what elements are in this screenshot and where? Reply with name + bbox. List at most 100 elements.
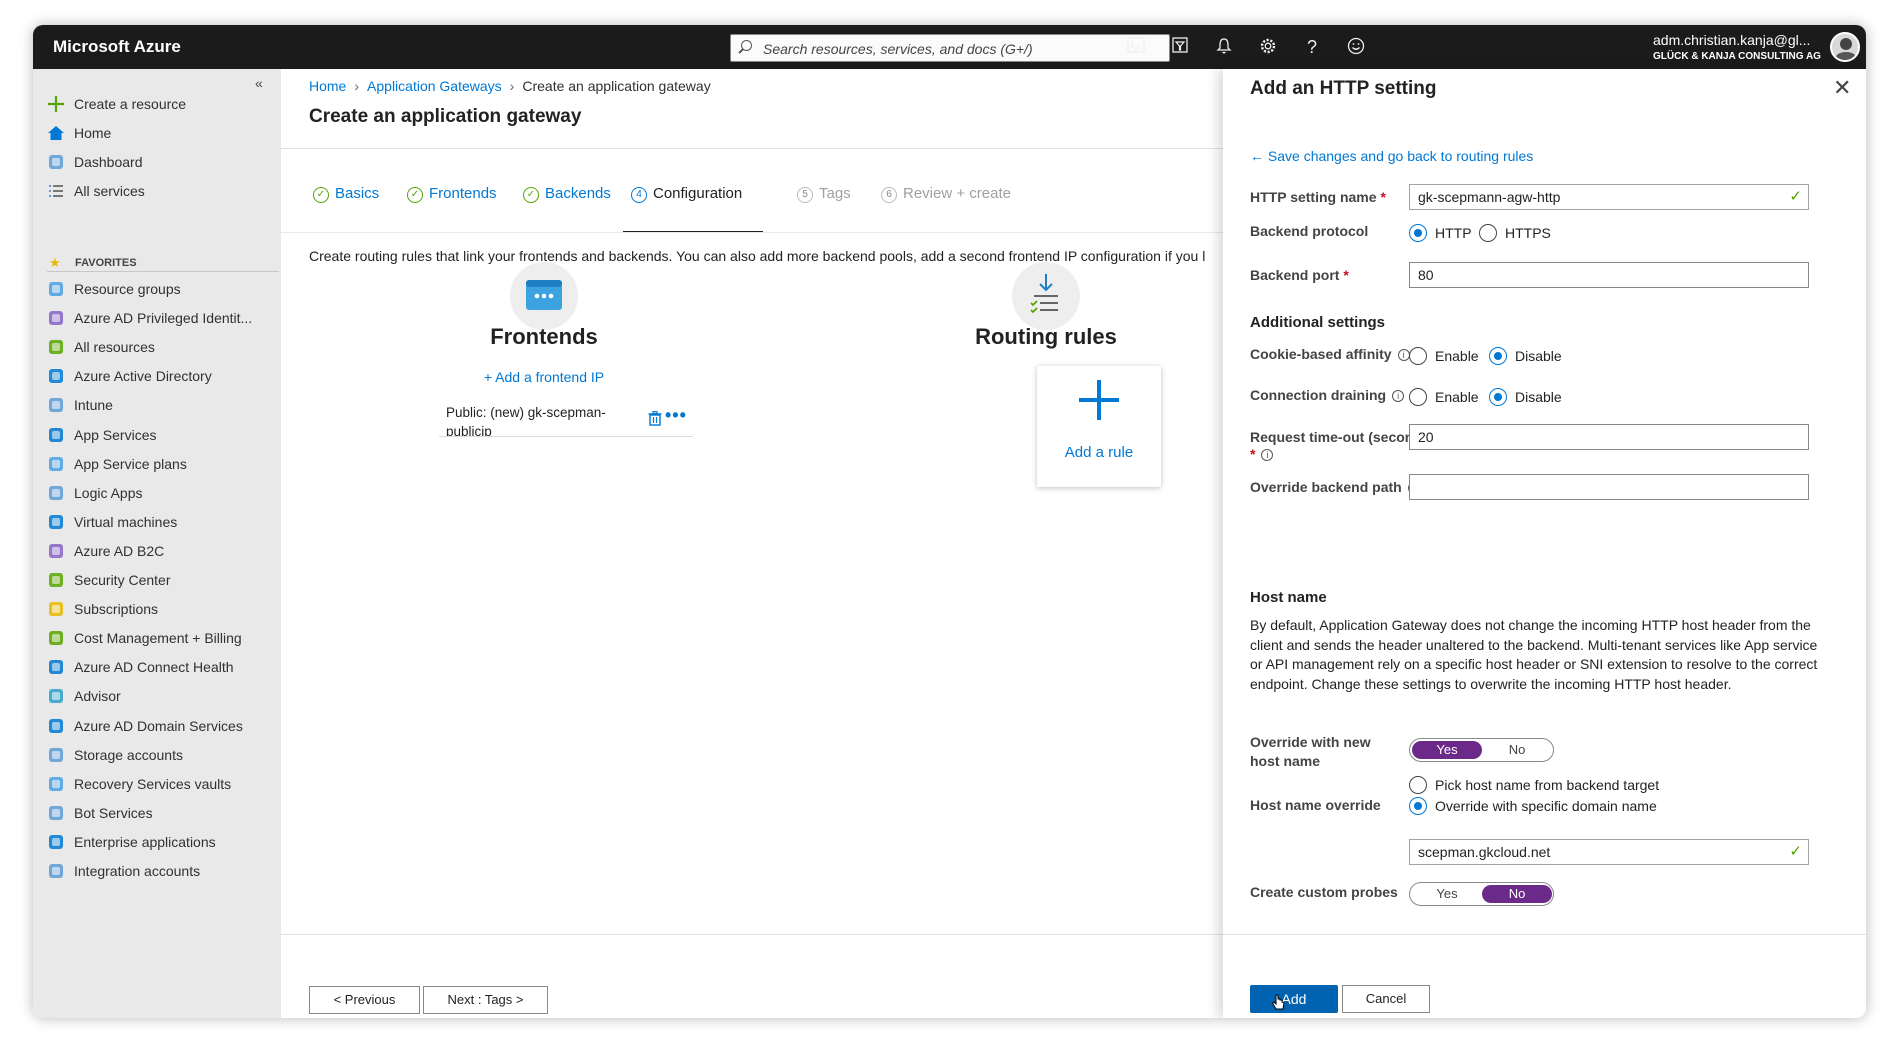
- brand-logo[interactable]: Microsoft Azure: [53, 37, 181, 57]
- sidebar-item-enterprise-applications[interactable]: Enterprise applications: [47, 826, 277, 856]
- sidebar-item-label: Advisor: [74, 688, 121, 705]
- account-org[interactable]: GLÜCK & KANJA CONSULTING AG: [1653, 51, 1821, 62]
- enterprise-apps-icon: [47, 833, 65, 851]
- pick-host-from-backend-radio[interactable]: Pick host name from backend target: [1409, 776, 1659, 796]
- http-setting-name-label: HTTP setting name *: [1250, 189, 1386, 205]
- sidebar-item-virtual-machines[interactable]: Virtual machines: [47, 506, 277, 536]
- breadcrumb-home[interactable]: Home: [309, 78, 346, 94]
- add-rule-card[interactable]: Add a rule: [1037, 366, 1161, 487]
- sidebar-item-app-services[interactable]: App Services: [47, 419, 277, 449]
- http-setting-name-input[interactable]: gk-scepmann-agw-http ✓: [1409, 184, 1809, 210]
- toggle-yes[interactable]: Yes: [1412, 741, 1482, 759]
- connection-draining-enable-radio[interactable]: Enable: [1409, 388, 1479, 408]
- save-and-back-link[interactable]: ← Save changes and go back to routing ru…: [1250, 148, 1533, 164]
- sidebar-item-label: Cost Management + Billing: [74, 630, 242, 647]
- sidebar-item-azure-active-directory[interactable]: Azure Active Directory: [47, 360, 277, 390]
- protocol-https-radio[interactable]: HTTPS: [1479, 224, 1551, 244]
- sidebar: « Create a resource Home Dashboard All serv…: [33, 69, 281, 1018]
- frontend-ip-item[interactable]: Public: (new) gk-scepman-publicip •••: [439, 403, 693, 437]
- settings-icon[interactable]: [1258, 37, 1278, 57]
- plus-icon: [47, 95, 65, 113]
- avatar[interactable]: [1830, 32, 1860, 62]
- cancel-button[interactable]: Cancel: [1342, 985, 1430, 1013]
- breadcrumb-application-gateways[interactable]: Application Gateways: [367, 78, 502, 94]
- tab-review-create[interactable]: 6 Review + create: [881, 185, 1011, 215]
- sidebar-item-label: Azure AD Connect Health: [74, 659, 234, 676]
- backend-port-input[interactable]: 80: [1409, 262, 1809, 288]
- privileged-identity-icon: [47, 309, 65, 327]
- next-tags-button[interactable]: Next : Tags >: [423, 986, 548, 1014]
- connection-draining-label: Connection draining i: [1250, 387, 1405, 403]
- sidebar-item-azure-ad-domain-services[interactable]: Azure AD Domain Services: [47, 710, 277, 740]
- search-input[interactable]: Search resources, services, and docs (G+…: [730, 34, 1170, 62]
- sidebar-item-create-a-resource[interactable]: Create a resource: [47, 88, 277, 118]
- previous-button[interactable]: < Previous: [309, 986, 420, 1014]
- sidebar-item-cost-management-billing[interactable]: Cost Management + Billing: [47, 622, 277, 652]
- sidebar-item-home[interactable]: Home: [47, 117, 277, 147]
- override-host-name-label: Override with new host name: [1250, 734, 1371, 769]
- notifications-icon[interactable]: [1214, 37, 1234, 57]
- tab-backends[interactable]: ✓ Backends: [523, 185, 611, 215]
- host-name-heading: Host name: [1250, 589, 1327, 606]
- sidebar-item-security-center[interactable]: Security Center: [47, 564, 277, 594]
- backend-protocol-label: Backend protocol: [1250, 223, 1369, 239]
- tab-frontends[interactable]: ✓ Frontends: [407, 185, 497, 215]
- protocol-http-radio[interactable]: HTTP: [1409, 224, 1472, 244]
- delete-icon[interactable]: [648, 411, 662, 426]
- tab-tags[interactable]: 5 Tags: [797, 185, 851, 215]
- logic-apps-icon: [47, 484, 65, 502]
- sidebar-item-all-services[interactable]: All services: [47, 175, 277, 205]
- request-timeout-label: Request time-out (seconds) * i: [1250, 429, 1435, 462]
- sidebar-item-subscriptions[interactable]: Subscriptions: [47, 593, 277, 623]
- directory-filter-icon[interactable]: [1170, 37, 1190, 57]
- add-button[interactable]: Add: [1250, 985, 1338, 1013]
- request-timeout-input[interactable]: 20: [1409, 424, 1809, 450]
- sidebar-item-bot-services[interactable]: Bot Services: [47, 797, 277, 827]
- sidebar-item-azure-ad-b2c[interactable]: Azure AD B2C: [47, 535, 277, 565]
- toggle-yes[interactable]: Yes: [1412, 885, 1482, 903]
- cookie-affinity-enable-radio[interactable]: Enable: [1409, 347, 1479, 367]
- override-host-name-toggle[interactable]: Yes No: [1409, 738, 1554, 762]
- more-options-icon[interactable]: •••: [665, 405, 687, 426]
- sidebar-item-logic-apps[interactable]: Logic Apps: [47, 477, 277, 507]
- override-backend-path-input[interactable]: [1409, 474, 1809, 500]
- sidebar-item-dashboard[interactable]: Dashboard: [47, 146, 277, 176]
- intune-icon: [47, 396, 65, 414]
- search-icon: [741, 40, 752, 51]
- sidebar-item-intune[interactable]: Intune: [47, 389, 277, 419]
- cloud-shell-icon[interactable]: [1126, 37, 1146, 57]
- account-name[interactable]: adm.christian.kanja@gl...: [1653, 32, 1810, 48]
- sidebar-item-azure-ad-privileged-identit[interactable]: Azure AD Privileged Identit...: [47, 302, 277, 332]
- panel-title: Add an HTTP setting: [1250, 78, 1437, 99]
- add-frontend-ip-link[interactable]: + Add a frontend IP: [281, 369, 807, 385]
- sidebar-item-azure-ad-connect-health[interactable]: Azure AD Connect Health: [47, 651, 277, 681]
- tab-basics[interactable]: ✓ Basics: [313, 185, 379, 215]
- sidebar-item-label: Integration accounts: [74, 863, 201, 879]
- sidebar-item-recovery-services-vaults[interactable]: Recovery Services vaults: [47, 768, 277, 798]
- main-content: Home › Application Gateways › Create an appl…: [281, 69, 1303, 1018]
- feedback-icon[interactable]: [1346, 37, 1366, 57]
- toggle-no[interactable]: No: [1482, 885, 1552, 903]
- sidebar-item-resource-groups[interactable]: Resource groups: [47, 273, 277, 303]
- override-backend-path-label: Override backend pathi: [1250, 479, 1420, 495]
- sidebar-item-label: Azure Active Directory: [74, 368, 212, 385]
- host-name-input[interactable]: scepman.gkcloud.net ✓: [1409, 839, 1809, 865]
- sidebar-item-app-service-plans[interactable]: App Service plans: [47, 448, 277, 478]
- valid-check-icon: ✓: [1789, 188, 1802, 205]
- custom-probes-toggle[interactable]: Yes No: [1409, 882, 1554, 906]
- tab-configuration[interactable]: 4 Configuration: [631, 185, 742, 215]
- storage-accounts-icon: [47, 746, 65, 764]
- backend-port-label: Backend port *: [1250, 267, 1349, 283]
- sidebar-item-advisor[interactable]: Advisor: [47, 680, 277, 710]
- connection-draining-disable-radio[interactable]: Disable: [1489, 388, 1562, 408]
- sidebar-item-integration-accounts[interactable]: Integration accounts: [47, 855, 277, 885]
- resource-groups-icon: [47, 280, 65, 298]
- sidebar-item-label: All services: [74, 183, 145, 200]
- override-specific-domain-radio[interactable]: Override with specific domain name: [1409, 797, 1657, 817]
- sidebar-item-storage-accounts[interactable]: Storage accounts: [47, 739, 277, 769]
- toggle-no[interactable]: No: [1482, 741, 1552, 759]
- help-icon[interactable]: ?: [1302, 37, 1322, 57]
- cookie-affinity-disable-radio[interactable]: Disable: [1489, 347, 1562, 367]
- sidebar-item-all-resources[interactable]: All resources: [47, 331, 277, 361]
- close-icon[interactable]: ✕: [1833, 75, 1851, 101]
